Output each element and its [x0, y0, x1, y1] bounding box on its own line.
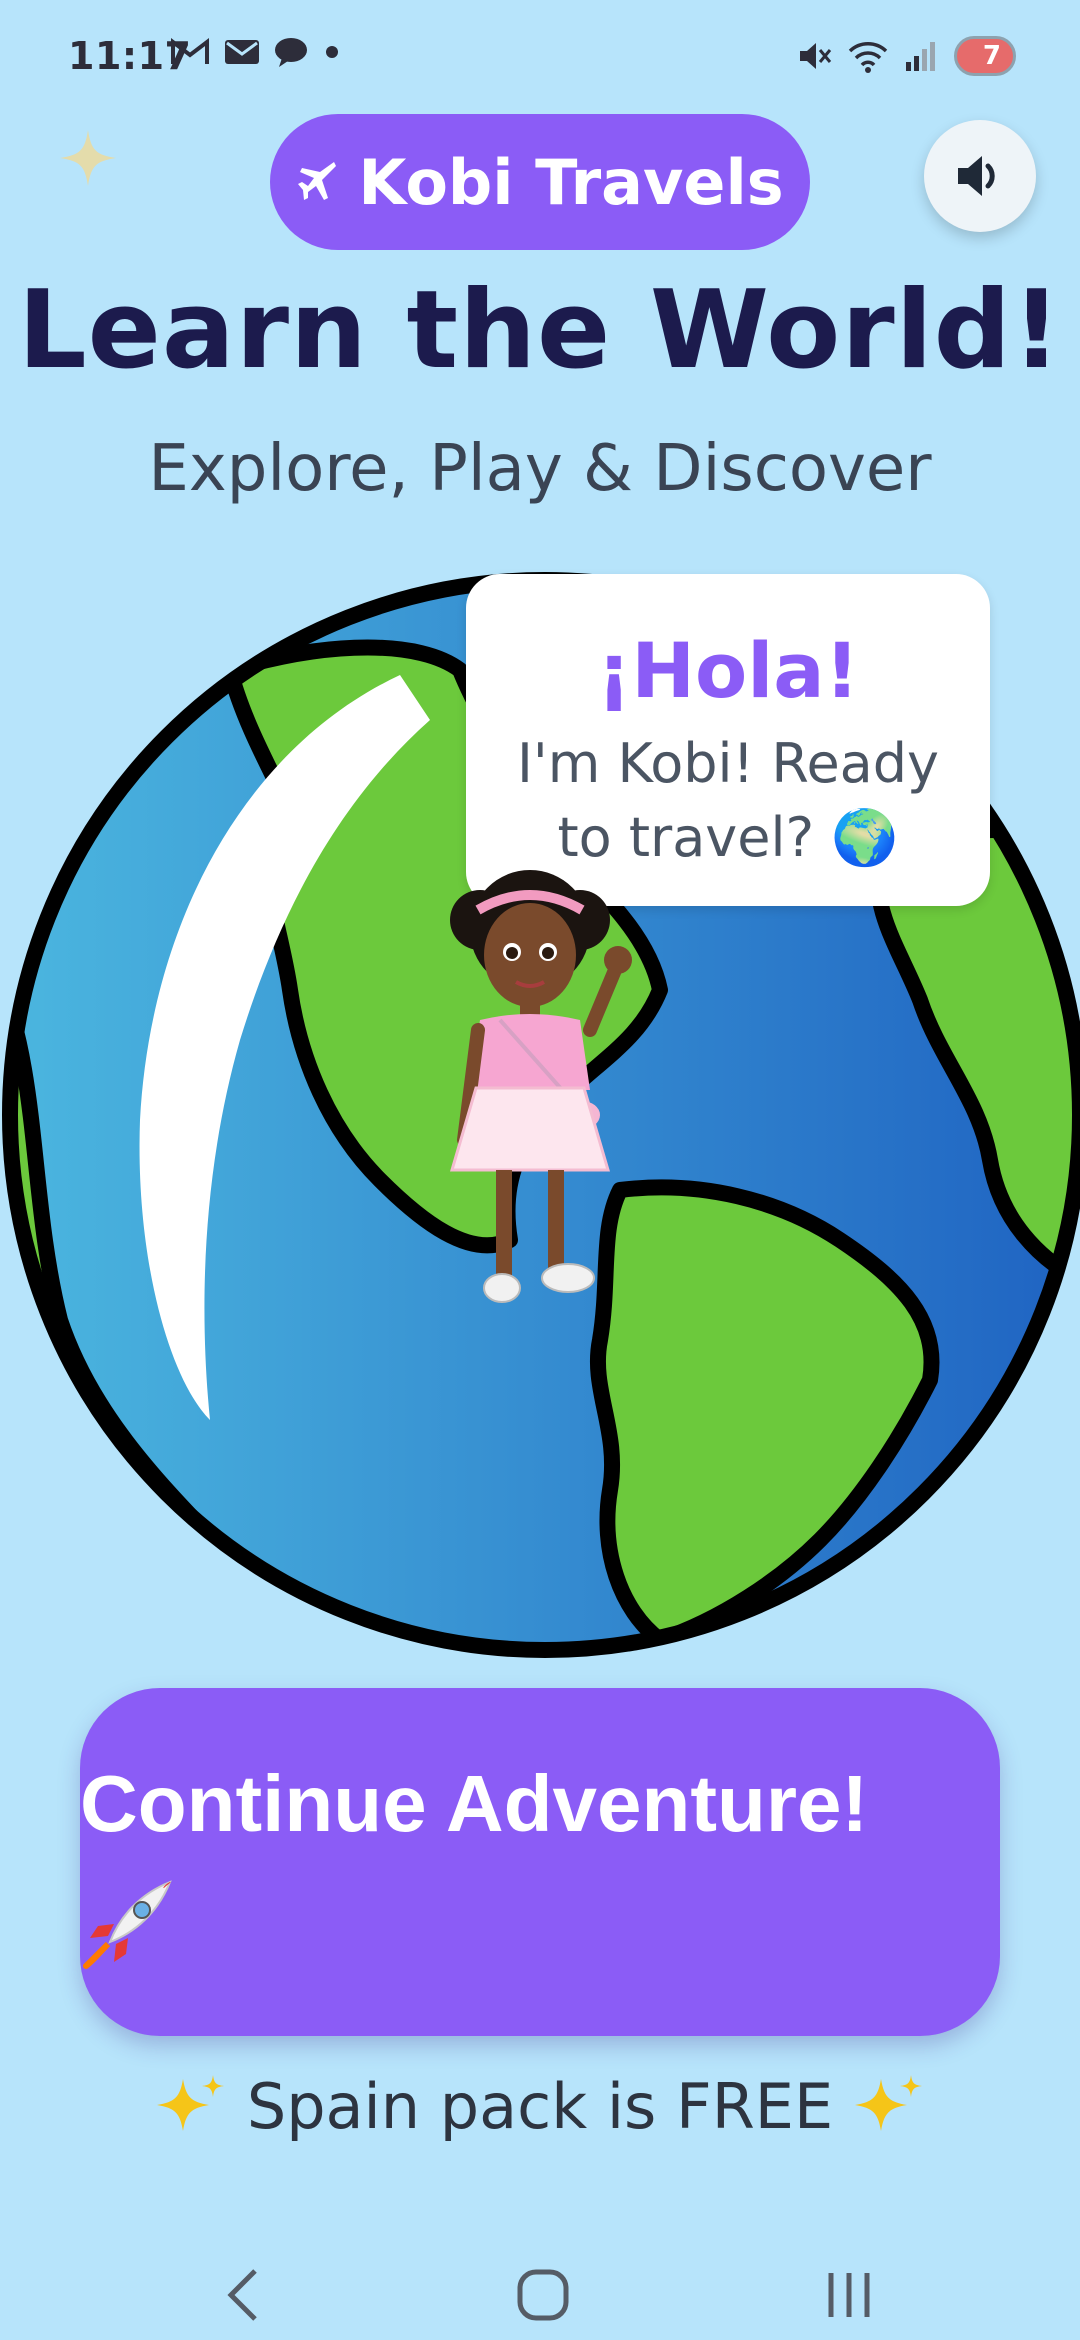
- mail-icon: [225, 40, 259, 64]
- page-subtitle: Explore, Play & Discover: [148, 432, 932, 506]
- notification-icons: [170, 36, 342, 68]
- sparkle-icon: [60, 130, 116, 186]
- recents-button[interactable]: [804, 2250, 894, 2340]
- free-pack-note: Spain pack is FREE: [0, 2070, 1080, 2143]
- status-bar: 11:17 7: [0, 0, 1080, 120]
- rocket-icon: [83, 1880, 172, 1969]
- home-button[interactable]: [498, 2250, 588, 2340]
- wifi-icon: [848, 42, 888, 73]
- continue-adventure-button[interactable]: Continue Adventure!: [80, 1688, 1000, 2036]
- system-icons: 7: [796, 36, 1016, 76]
- sound-toggle-button[interactable]: [924, 120, 1036, 232]
- sparkles-icon: [156, 2074, 224, 2131]
- battery-indicator: 7: [954, 36, 1016, 76]
- home-icon: [517, 2269, 569, 2321]
- system-navigation-bar: [0, 2220, 1080, 2340]
- brand-label: Kobi Travels: [358, 145, 784, 219]
- kobi-character[interactable]: [440, 860, 640, 1330]
- brand-badge: Kobi Travels: [270, 114, 810, 250]
- back-button[interactable]: [198, 2250, 288, 2340]
- airplane-icon: [298, 162, 337, 200]
- page-title: Learn the World!: [17, 268, 1063, 393]
- mute-icon: [800, 43, 832, 69]
- greeting-message: I'm Kobi! Ready to travel? 🌍: [516, 732, 940, 869]
- recents-icon: [828, 2273, 870, 2317]
- dot-icon: [326, 46, 338, 58]
- continue-adventure-label: Continue Adventure!: [80, 1759, 869, 1848]
- speech-bubble: ¡Hola! I'm Kobi! Ready to travel? 🌍: [466, 574, 990, 906]
- gmail-icon: [171, 37, 209, 64]
- sparkles-icon: [855, 2074, 923, 2131]
- speaker-icon: [958, 156, 995, 196]
- greeting-text: ¡Hola!: [596, 626, 860, 715]
- signal-icon: [906, 42, 935, 71]
- app-screen: 11:17 7 Kobi Travels Learn the World! Ex…: [0, 0, 1080, 2340]
- chat-icon: [275, 38, 307, 67]
- back-icon: [227, 2269, 257, 2321]
- free-pack-text: Spain pack is FREE: [246, 2070, 834, 2143]
